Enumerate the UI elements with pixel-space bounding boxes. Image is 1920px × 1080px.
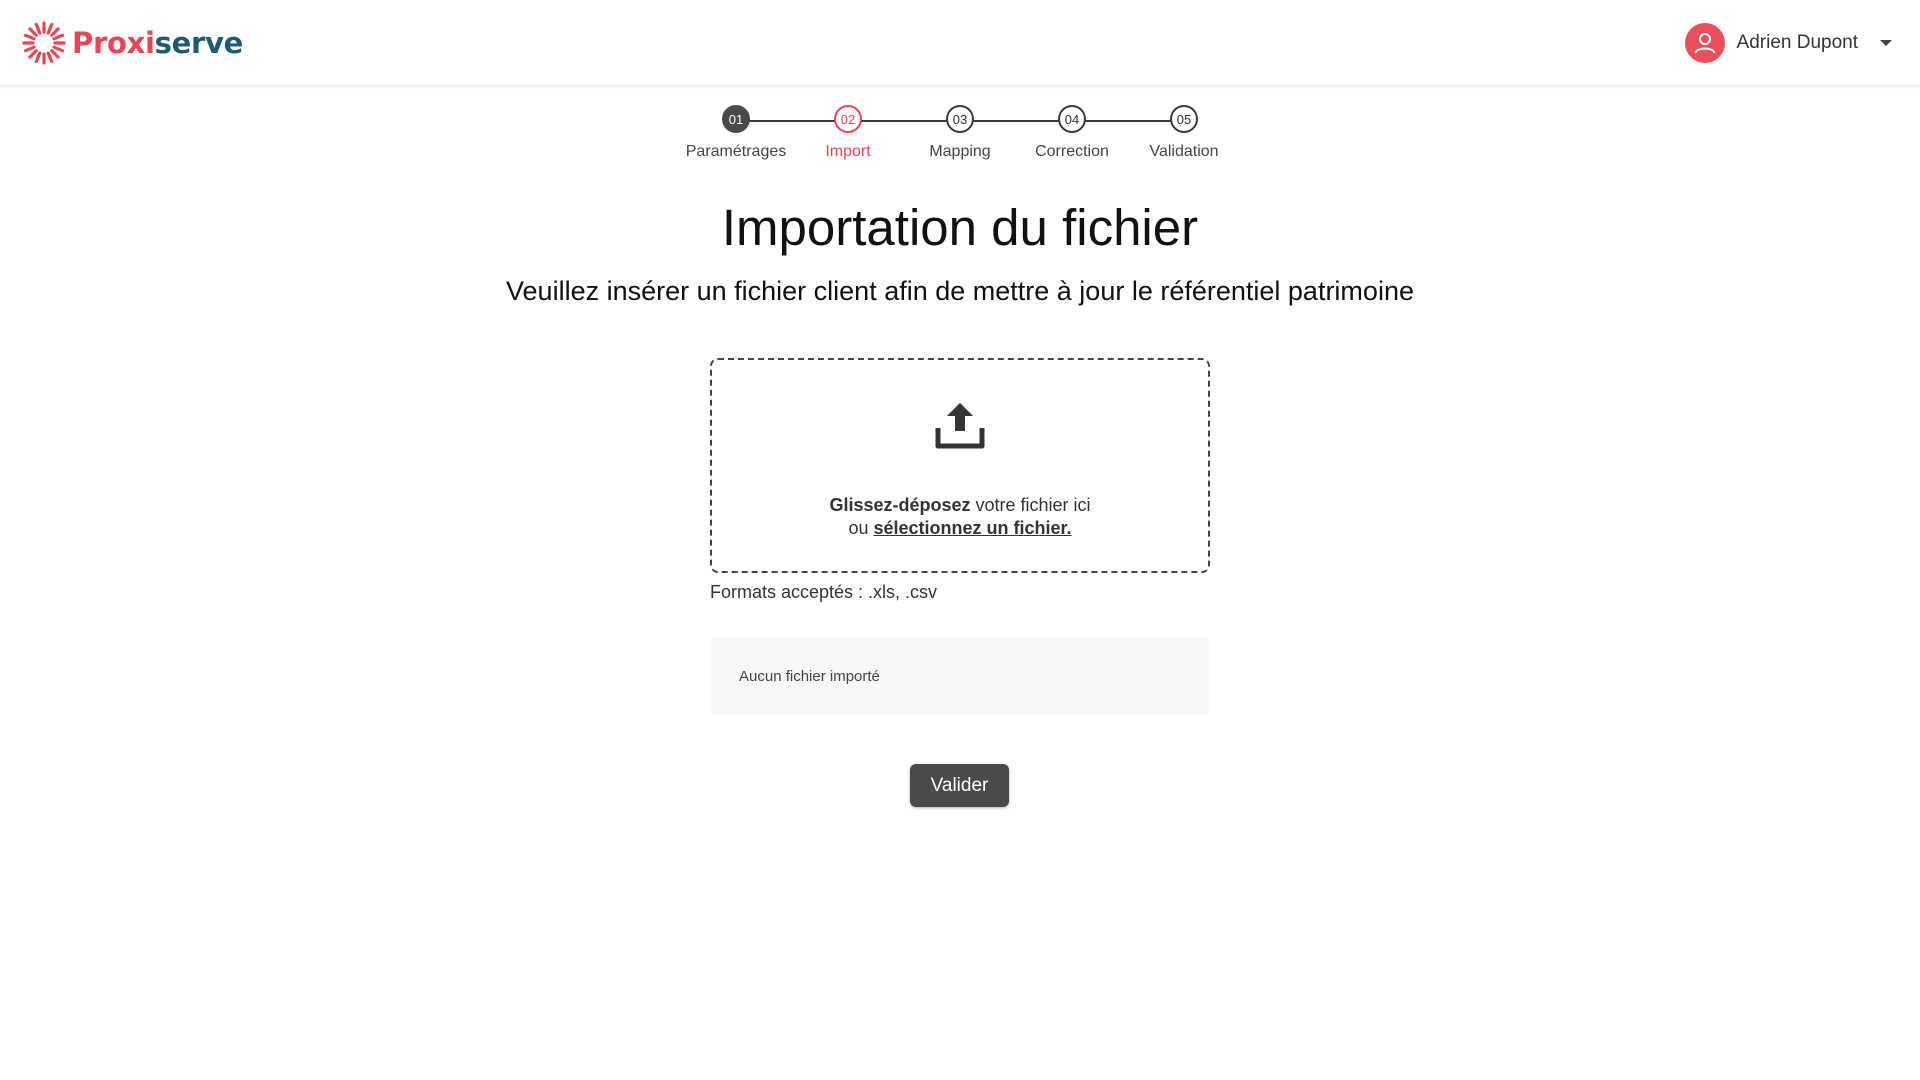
select-file-link[interactable]: sélectionnez un fichier. xyxy=(873,518,1071,538)
validate-button[interactable]: Valider xyxy=(910,764,1009,807)
step-import[interactable]: 02 Import xyxy=(788,105,908,161)
step-validation[interactable]: 05 Validation xyxy=(1124,105,1244,161)
step-mapping[interactable]: 03 Mapping xyxy=(900,105,1020,161)
chevron-down-icon[interactable] xyxy=(1880,39,1892,46)
imported-file-box: Aucun fichier importé xyxy=(710,637,1210,715)
dropzone-prefix: ou xyxy=(848,518,874,538)
step-parametrages[interactable]: 01 Paramétrages xyxy=(676,105,796,161)
logo-text-proxi: Proxi xyxy=(72,25,155,60)
file-status-text: Aucun fichier importé xyxy=(739,667,880,685)
step-label: Mapping xyxy=(929,143,991,160)
dropzone-instructions: Glissez-déposez votre fichier ici ou sél… xyxy=(829,494,1090,540)
accepted-formats: Formats acceptés : .xls, .csv xyxy=(710,582,938,602)
user-name[interactable]: Adrien Dupont xyxy=(1737,32,1858,54)
sunburst-logo-icon xyxy=(22,20,66,65)
user-menu[interactable]: Adrien Dupont xyxy=(1684,22,1892,63)
dropzone-bold-text: Glissez-déposez xyxy=(829,495,971,515)
step-label: Import xyxy=(825,143,871,160)
step-number: 05 xyxy=(1170,105,1198,133)
logo-text-serve: serve xyxy=(154,25,244,60)
step-label: Paramétrages xyxy=(685,143,787,160)
user-avatar[interactable] xyxy=(1684,22,1725,63)
logo-text: Proxiserve xyxy=(72,26,243,60)
dropzone-text: votre fichier ici xyxy=(970,495,1091,515)
step-number: 01 xyxy=(722,105,750,133)
step-number: 03 xyxy=(946,105,974,133)
step-correction[interactable]: 04 Correction xyxy=(1012,105,1132,161)
step-number: 02 xyxy=(834,105,862,133)
step-label: Validation xyxy=(1149,143,1219,160)
top-header: Proxiserve Adrien Dupont xyxy=(0,0,1920,85)
step-label: Correction xyxy=(1035,143,1109,160)
file-dropzone[interactable]: Glissez-déposez votre fichier ici ou sél… xyxy=(710,358,1210,573)
step-number: 04 xyxy=(1058,105,1086,133)
upload-icon xyxy=(935,403,985,449)
import-stepper: 01 Paramétrages 02 Import 03 Mapping 04 … xyxy=(676,105,1244,175)
user-icon xyxy=(1694,32,1716,53)
page-title: Importation du fichier xyxy=(721,199,1199,256)
page-subtitle: Veuillez insérer un fichier client afin … xyxy=(506,276,1414,306)
proxiserve-logo[interactable]: Proxiserve xyxy=(20,19,243,67)
